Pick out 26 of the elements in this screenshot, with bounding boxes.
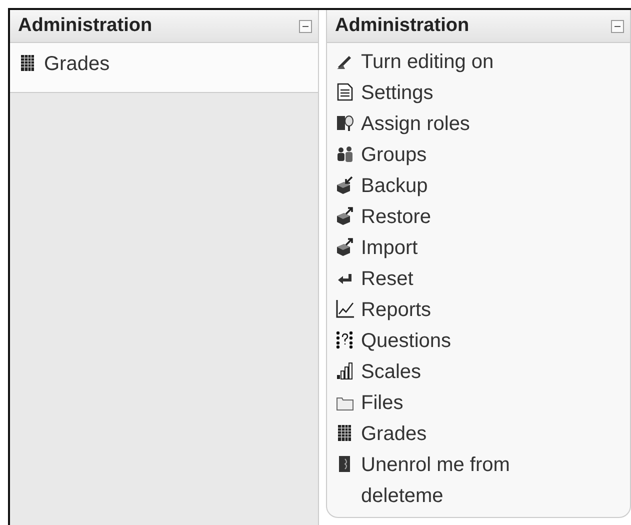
block-title: Administration: [18, 15, 152, 37]
block-title: Administration: [335, 15, 470, 37]
block-link[interactable]: Reports: [361, 295, 432, 326]
box-arrow-icon: [335, 237, 355, 257]
block-link[interactable]: Groups: [361, 140, 427, 171]
collapse-button[interactable]: [299, 20, 312, 32]
block-link[interactable]: Restore: [361, 202, 432, 233]
block-link[interactable]: Settings: [361, 78, 434, 109]
block-link[interactable]: Import: [361, 233, 418, 264]
block-link[interactable]: Reset: [361, 264, 414, 295]
document-icon: [335, 82, 355, 102]
block-link[interactable]: Grades: [361, 419, 427, 450]
collapse-button[interactable]: [611, 20, 624, 32]
bar-chart-icon: [335, 361, 355, 381]
block-link[interactable]: Unenrol me from deleteme: [361, 450, 561, 512]
box-arrow-icon: [335, 206, 355, 226]
block-link[interactable]: Questions: [361, 326, 452, 357]
box-arrow-icon: [335, 175, 355, 195]
block-link[interactable]: Grades: [44, 49, 110, 80]
block-link[interactable]: Assign roles: [361, 109, 470, 140]
block-link[interactable]: Files: [361, 388, 404, 419]
block-link[interactable]: Turn editing on: [361, 47, 494, 78]
block-link[interactable]: Backup: [361, 171, 428, 202]
block-link[interactable]: Scales: [361, 357, 422, 388]
question-icon: [335, 330, 355, 350]
line-chart-icon: [335, 299, 355, 319]
